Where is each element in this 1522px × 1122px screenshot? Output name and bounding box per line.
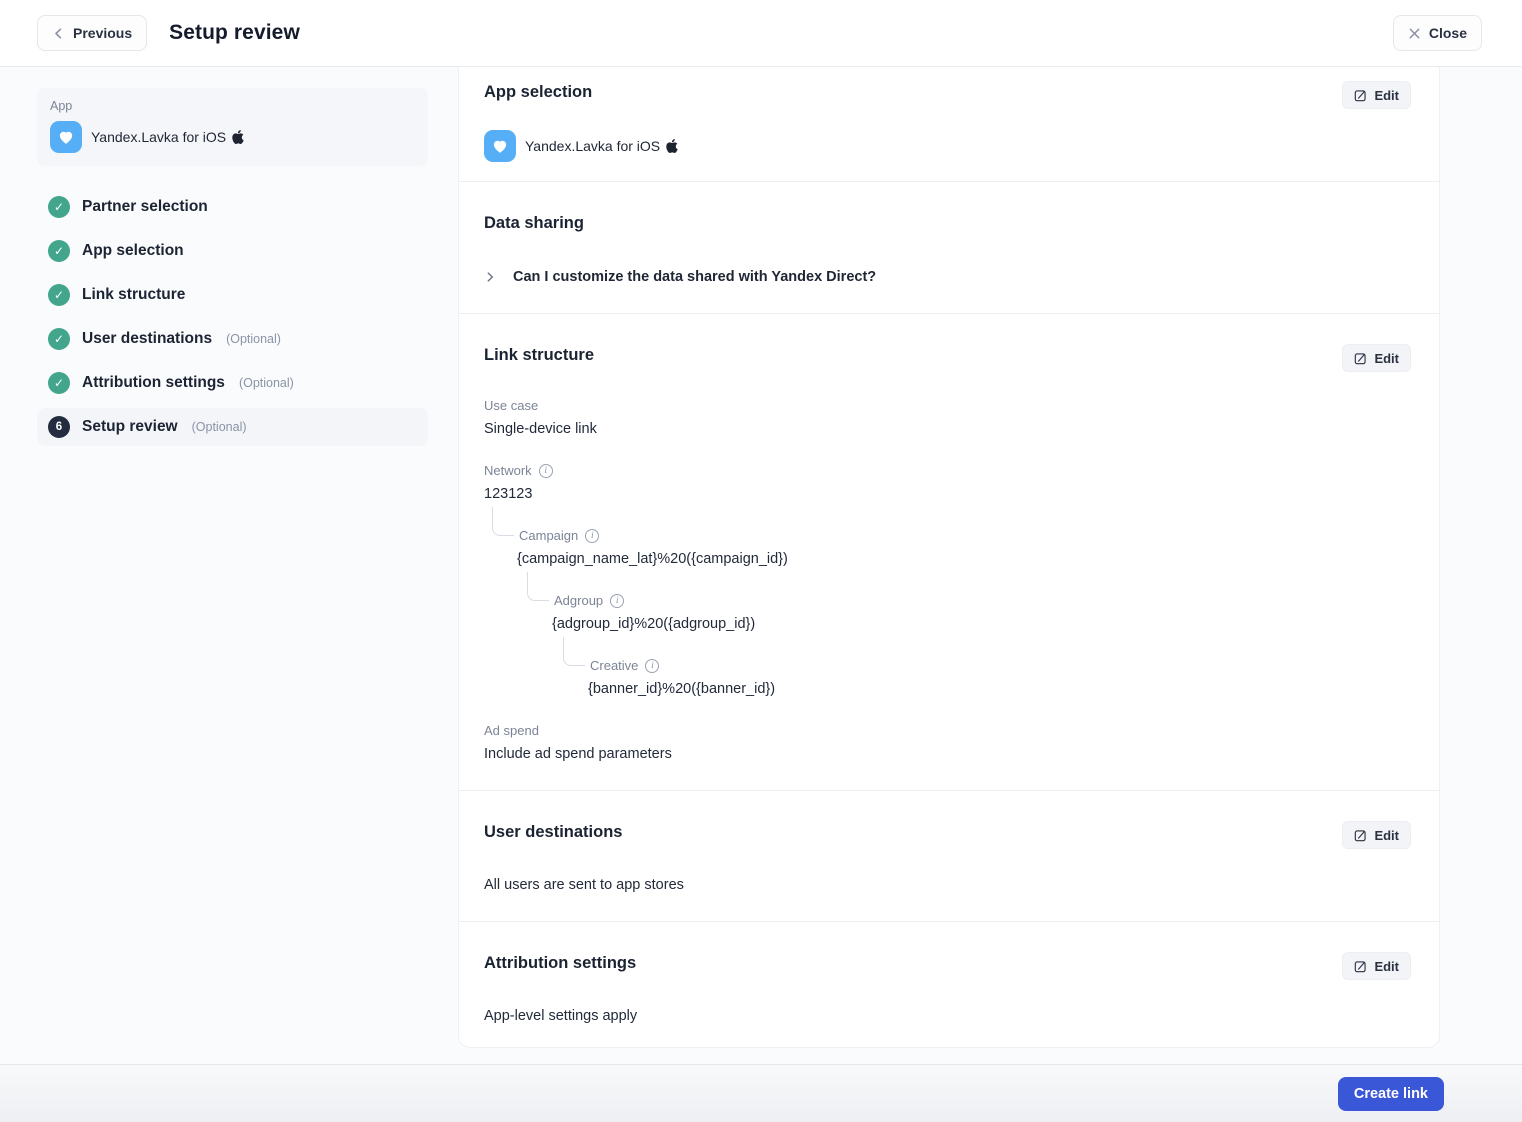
edit-app-selection-button[interactable]: Edit (1342, 81, 1411, 109)
previous-label: Previous (73, 25, 132, 41)
creative-value: {banner_id}%20({banner_id}) (588, 681, 1411, 697)
network-field: Network i 123123 (484, 463, 1411, 502)
sidebar-item-user-destinations[interactable]: ✓ User destinations (Optional) (37, 320, 428, 358)
app-name: Yandex.Lavka for iOS (91, 129, 244, 145)
tree-connector (492, 507, 514, 536)
section-app-selection: App selection Edit Yandex.Lavka for iOS (459, 67, 1439, 182)
check-icon: ✓ (48, 284, 70, 306)
user-destinations-summary: All users are sent to app stores (484, 877, 1411, 893)
ad-spend-field: Ad spend Include ad spend parameters (484, 723, 1411, 762)
campaign-value: {campaign_name_lat}%20({campaign_id}) (517, 551, 1411, 567)
section-title: User destinations (484, 821, 622, 842)
use-case-field: Use case Single-device link (484, 398, 1411, 437)
sidebar-item-partner-selection[interactable]: ✓ Partner selection (37, 188, 428, 226)
edit-link-structure-button[interactable]: Edit (1342, 344, 1411, 372)
close-icon (1408, 27, 1421, 40)
tree-node-campaign: Campaign i {campaign_name_lat}%20({campa… (519, 528, 1411, 567)
app-name: Yandex.Lavka for iOS (525, 138, 678, 154)
info-icon[interactable]: i (610, 594, 624, 608)
tree-connector (527, 572, 549, 601)
app-card-label: App (50, 99, 414, 113)
sidebar-item-setup-review[interactable]: 6 Setup review (Optional) (37, 408, 428, 446)
lavka-app-icon (50, 121, 82, 153)
attribution-settings-summary: App-level settings apply (484, 1008, 1411, 1024)
check-icon: ✓ (48, 372, 70, 394)
network-value: 123123 (484, 486, 1411, 502)
section-title: Link structure (484, 344, 594, 365)
selected-app-card: App Yandex.Lavka for iOS (37, 88, 428, 166)
section-title: Data sharing (484, 212, 584, 233)
apple-logo-icon (666, 139, 678, 153)
section-link-structure: Link structure Edit Use case Single-devi… (459, 314, 1439, 791)
check-icon: ✓ (48, 196, 70, 218)
close-label: Close (1429, 25, 1467, 41)
check-icon: ✓ (48, 328, 70, 350)
sidebar-item-attribution-settings[interactable]: ✓ Attribution settings (Optional) (37, 364, 428, 402)
use-case-value: Single-device link (484, 421, 1411, 437)
review-card: App selection Edit Yandex.Lavka for iOS (458, 67, 1440, 1048)
edit-icon (1354, 960, 1367, 973)
check-icon: ✓ (48, 240, 70, 262)
chevron-left-icon (52, 27, 65, 40)
tree-node-adgroup: Adgroup i {adgroup_id}%20({adgroup_id}) (554, 593, 1411, 632)
ad-spend-value: Include ad spend parameters (484, 746, 1411, 762)
chevron-right-icon (484, 271, 496, 283)
edit-icon (1354, 829, 1367, 842)
section-data-sharing: Data sharing Can I customize the data sh… (459, 182, 1439, 314)
info-icon[interactable]: i (645, 659, 659, 673)
edit-attribution-settings-button[interactable]: Edit (1342, 952, 1411, 980)
data-sharing-faq-toggle[interactable]: Can I customize the data shared with Yan… (484, 269, 1411, 285)
info-icon[interactable]: i (539, 464, 553, 478)
lavka-app-icon (484, 130, 516, 162)
tree-connector (563, 637, 585, 666)
sidebar-item-link-structure[interactable]: ✓ Link structure (37, 276, 428, 314)
edit-icon (1354, 352, 1367, 365)
sidebar-item-app-selection[interactable]: ✓ App selection (37, 232, 428, 270)
step-number-badge: 6 (48, 416, 70, 438)
edit-icon (1354, 89, 1367, 102)
section-attribution-settings: Attribution settings Edit App-level sett… (459, 922, 1439, 1052)
create-link-button[interactable]: Create link (1338, 1077, 1444, 1111)
apple-logo-icon (232, 130, 244, 144)
tree-node-creative: Creative i {banner_id}%20({banner_id}) (590, 658, 1411, 697)
edit-user-destinations-button[interactable]: Edit (1342, 821, 1411, 849)
close-button[interactable]: Close (1393, 15, 1482, 51)
section-title: App selection (484, 81, 592, 102)
adgroup-value: {adgroup_id}%20({adgroup_id}) (552, 616, 1411, 632)
previous-button[interactable]: Previous (37, 15, 147, 51)
section-title: Attribution settings (484, 952, 636, 973)
faq-question: Can I customize the data shared with Yan… (513, 269, 876, 285)
wizard-sidebar: App Yandex.Lavka for iOS ✓ Partner selec… (0, 67, 458, 1064)
info-icon[interactable]: i (585, 529, 599, 543)
section-user-destinations: User destinations Edit All users are sen… (459, 791, 1439, 922)
page-title: Setup review (169, 21, 300, 45)
top-bar: Previous Setup review Close (0, 0, 1522, 67)
wizard-steps: ✓ Partner selection ✓ App selection ✓ Li… (37, 188, 428, 446)
bottom-action-bar: Create link (0, 1064, 1522, 1122)
